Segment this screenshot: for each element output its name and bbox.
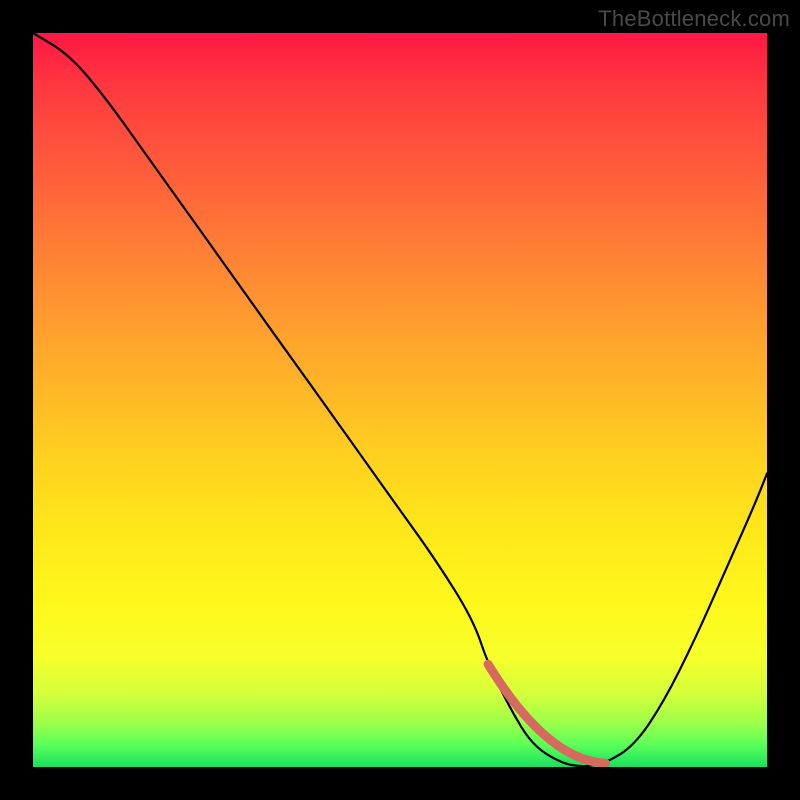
curve-layer: [33, 33, 767, 767]
watermark-text: TheBottleneck.com: [598, 6, 790, 32]
bottleneck-curve: [33, 33, 767, 766]
chart-frame: TheBottleneck.com: [0, 0, 800, 800]
highlight-band: [488, 664, 605, 763]
plot-area: [33, 33, 767, 767]
